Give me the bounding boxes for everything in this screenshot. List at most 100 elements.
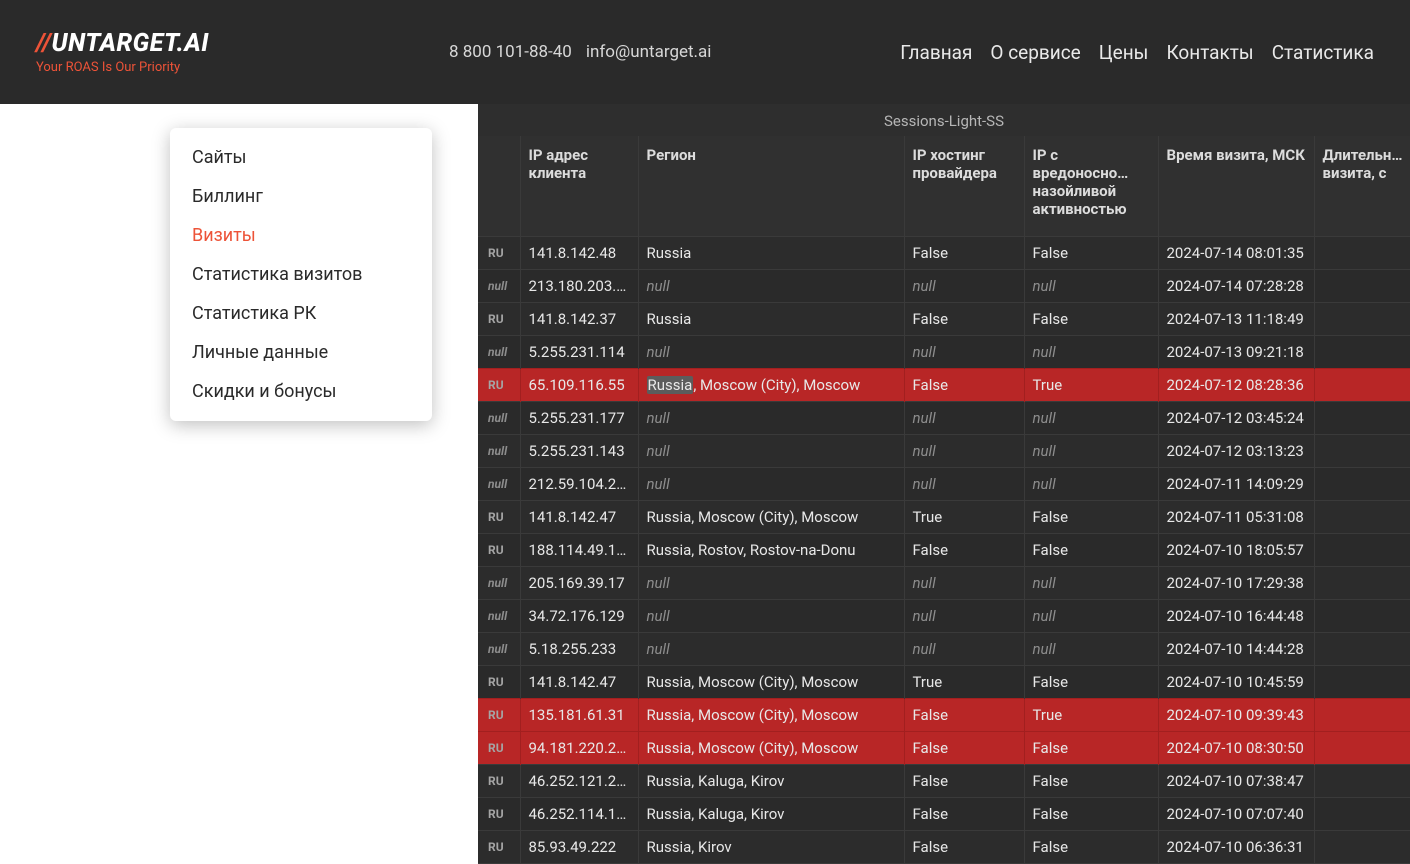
table-row[interactable]: RU135.181.61.31Russia, Moscow (City), Mo… <box>478 699 1410 732</box>
cell-code: RU <box>478 732 520 765</box>
cell-time: 2024-07-10 17:29:38 <box>1158 567 1314 600</box>
sidebar-item-6[interactable]: Скидки и бонусы <box>170 372 432 411</box>
col-time[interactable]: Время визита, МСК <box>1158 136 1314 237</box>
cell-code: RU <box>478 303 520 336</box>
cell-hosting: null <box>904 633 1024 666</box>
sidebar-item-0[interactable]: Сайты <box>170 138 432 177</box>
table-row[interactable]: null5.255.231.143nullnullnull2024-07-12 … <box>478 435 1410 468</box>
cell-code: RU <box>478 369 520 402</box>
cell-duration <box>1314 501 1410 534</box>
cell-region: Russia, Kaluga, Kirov <box>638 765 904 798</box>
cell-code: null <box>478 270 520 303</box>
cell-region: null <box>638 402 904 435</box>
col-code[interactable] <box>478 136 520 237</box>
nav-stats[interactable]: Статистика <box>1272 41 1374 64</box>
cell-ip: 34.72.176.129 <box>520 600 638 633</box>
table-row[interactable]: RU141.8.142.47Russia, Moscow (City), Mos… <box>478 666 1410 699</box>
cell-hosting: null <box>904 336 1024 369</box>
nav-pricing[interactable]: Цены <box>1099 41 1149 64</box>
logo-name: UNTARGET.AI <box>52 29 209 58</box>
table-pane: Sessions-Light-SS IP адрес клиента Регио… <box>478 104 1410 864</box>
col-region[interactable]: Регион <box>638 136 904 237</box>
table-row[interactable]: RU46.252.114.143Russia, Kaluga, KirovFal… <box>478 798 1410 831</box>
cell-ip: 5.18.255.233 <box>520 633 638 666</box>
logo-tagline: Your ROAS Is Our Priority <box>36 60 209 75</box>
logo-block[interactable]: //UNTARGET.AI Your ROAS Is Our Priority <box>36 29 209 75</box>
table-row[interactable]: RU141.8.142.47Russia, Moscow (City), Mos… <box>478 501 1410 534</box>
cell-ip: 141.8.142.48 <box>520 237 638 270</box>
cell-code: RU <box>478 699 520 732</box>
cell-ip: 46.252.121.222 <box>520 765 638 798</box>
cell-time: 2024-07-10 16:44:48 <box>1158 600 1314 633</box>
cell-malicious: null <box>1024 270 1158 303</box>
cell-malicious: null <box>1024 402 1158 435</box>
nav-about[interactable]: О сервисе <box>990 41 1080 64</box>
col-malicious[interactable]: IP с вредоносно… назойливой активностью <box>1024 136 1158 237</box>
cell-time: 2024-07-11 05:31:08 <box>1158 501 1314 534</box>
table-wrap[interactable]: IP адрес клиента Регион IP хостинг прова… <box>478 136 1410 864</box>
cell-time: 2024-07-10 18:05:57 <box>1158 534 1314 567</box>
cell-hosting: False <box>904 369 1024 402</box>
cell-region: Russia, Kirov <box>638 831 904 864</box>
table-row[interactable]: null5.255.231.114nullnullnull2024-07-13 … <box>478 336 1410 369</box>
contact-phone[interactable]: 8 800 101-88-40 <box>449 42 572 62</box>
table-row[interactable]: null205.169.39.17nullnullnull2024-07-10 … <box>478 567 1410 600</box>
col-duration[interactable]: Длительн… визита, с <box>1314 136 1410 237</box>
table-row[interactable]: RU188.114.49.182Russia, Rostov, Rostov-n… <box>478 534 1410 567</box>
table-row[interactable]: null212.59.104.226nullnullnull2024-07-11… <box>478 468 1410 501</box>
sidebar-item-5[interactable]: Личные данные <box>170 333 432 372</box>
cell-region: null <box>638 567 904 600</box>
col-hosting[interactable]: IP хостинг провайдера <box>904 136 1024 237</box>
cell-hosting: null <box>904 270 1024 303</box>
sidebar-item-3[interactable]: Статистика визитов <box>170 255 432 294</box>
table-row[interactable]: RU85.93.49.222Russia, KirovFalseFalse202… <box>478 831 1410 864</box>
nav-home[interactable]: Главная <box>900 41 972 64</box>
nav-contacts[interactable]: Контакты <box>1166 41 1253 64</box>
table-row[interactable]: RU94.181.220.200Russia, Moscow (City), M… <box>478 732 1410 765</box>
cell-malicious: null <box>1024 468 1158 501</box>
cell-duration <box>1314 831 1410 864</box>
cell-duration <box>1314 402 1410 435</box>
cell-region: null <box>638 336 904 369</box>
cell-code: RU <box>478 831 520 864</box>
cell-hosting: False <box>904 732 1024 765</box>
cell-ip: 5.255.231.177 <box>520 402 638 435</box>
visits-table: IP адрес клиента Регион IP хостинг прова… <box>478 136 1410 864</box>
cell-hosting: null <box>904 435 1024 468</box>
contact-block: 8 800 101-88-40 info@untarget.ai <box>449 42 712 62</box>
table-row[interactable]: null5.18.255.233nullnullnull2024-07-10 1… <box>478 633 1410 666</box>
sidebar-item-2[interactable]: Визиты <box>170 216 432 255</box>
cell-ip: 5.255.231.143 <box>520 435 638 468</box>
col-ip[interactable]: IP адрес клиента <box>520 136 638 237</box>
sidebar-item-4[interactable]: Статистика РК <box>170 294 432 333</box>
sidebar-item-1[interactable]: Биллинг <box>170 177 432 216</box>
cell-time: 2024-07-10 07:07:40 <box>1158 798 1314 831</box>
cell-malicious: False <box>1024 831 1158 864</box>
table-row[interactable]: RU141.8.142.37RussiaFalseFalse2024-07-13… <box>478 303 1410 336</box>
cell-time: 2024-07-12 08:28:36 <box>1158 369 1314 402</box>
cell-malicious: False <box>1024 534 1158 567</box>
cell-code: null <box>478 633 520 666</box>
cell-duration <box>1314 666 1410 699</box>
cell-code: null <box>478 336 520 369</box>
cell-code: null <box>478 567 520 600</box>
table-row[interactable]: RU46.252.121.222Russia, Kaluga, KirovFal… <box>478 765 1410 798</box>
cell-hosting: False <box>904 534 1024 567</box>
cell-ip: 46.252.114.143 <box>520 798 638 831</box>
cell-malicious: False <box>1024 501 1158 534</box>
cell-malicious: False <box>1024 303 1158 336</box>
cell-malicious: False <box>1024 765 1158 798</box>
logo-slashes: // <box>36 29 52 58</box>
table-row[interactable]: null34.72.176.129nullnullnull2024-07-10 … <box>478 600 1410 633</box>
cell-code: null <box>478 600 520 633</box>
table-row[interactable]: null213.180.203.63nullnullnull2024-07-14… <box>478 270 1410 303</box>
cell-region: null <box>638 600 904 633</box>
table-row[interactable]: null5.255.231.177nullnullnull2024-07-12 … <box>478 402 1410 435</box>
table-row[interactable]: RU65.109.116.55Russia, Moscow (City), Mo… <box>478 369 1410 402</box>
cell-time: 2024-07-11 14:09:29 <box>1158 468 1314 501</box>
cell-region: null <box>638 468 904 501</box>
contact-email[interactable]: info@untarget.ai <box>586 42 712 62</box>
cell-duration <box>1314 468 1410 501</box>
cell-ip: 94.181.220.200 <box>520 732 638 765</box>
table-row[interactable]: RU141.8.142.48RussiaFalseFalse2024-07-14… <box>478 237 1410 270</box>
